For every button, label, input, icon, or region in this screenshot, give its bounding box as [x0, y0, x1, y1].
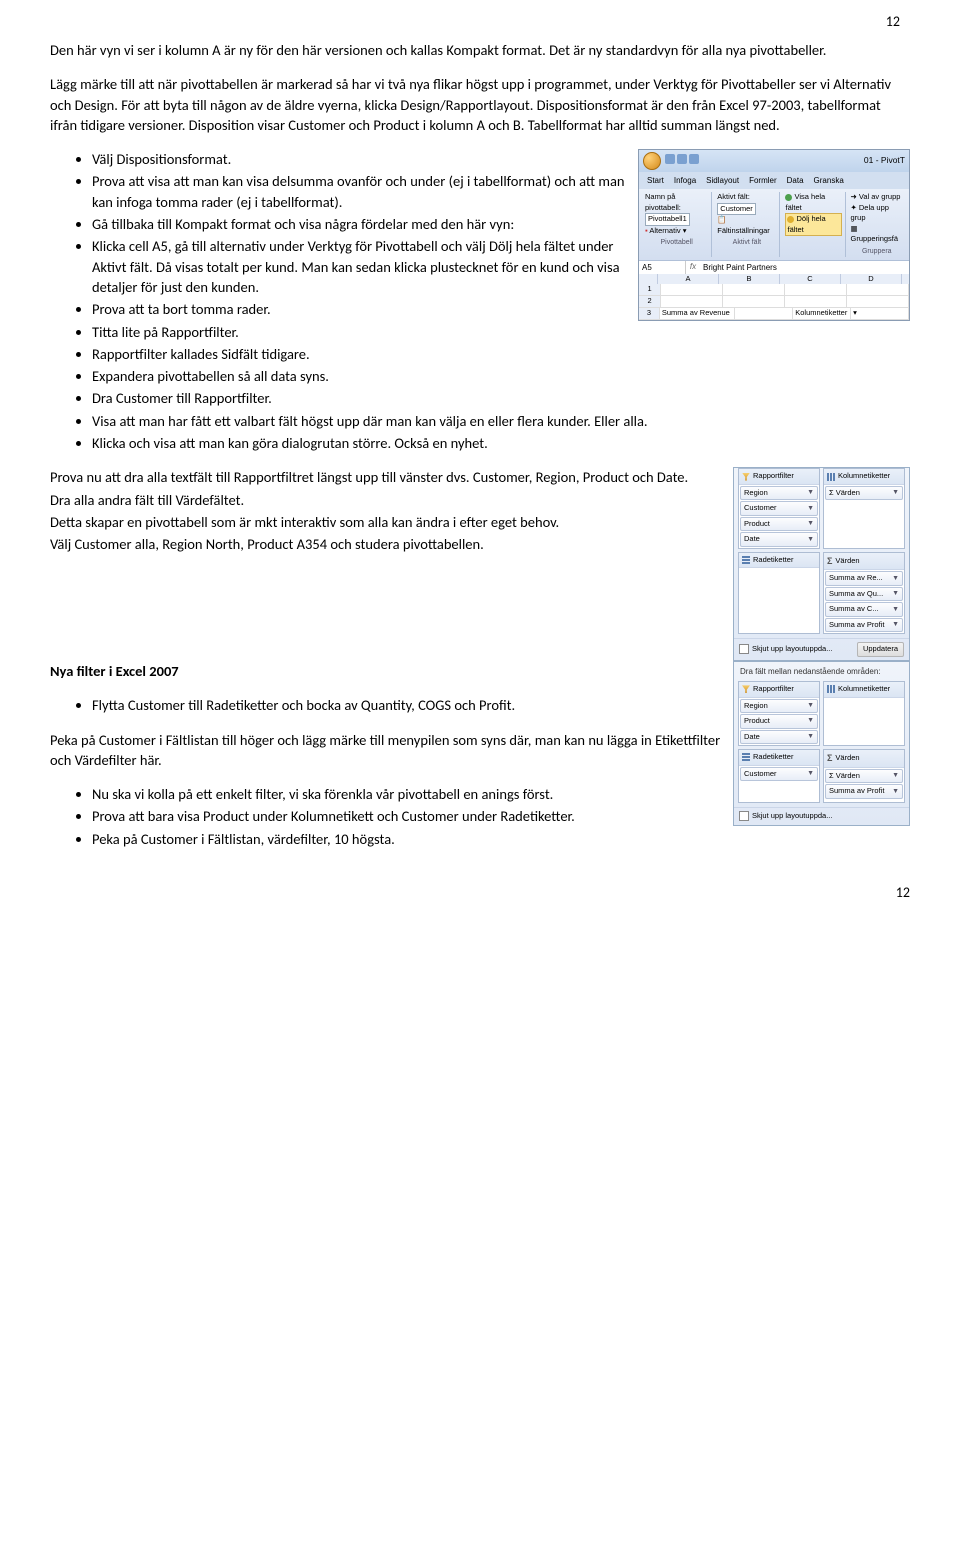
paragraph-intro-2: Lägg märke till att när pivottabellen är… — [50, 74, 910, 135]
opt-group-field: Grupperingsfä — [851, 234, 899, 243]
formula-bar: Bright Paint Partners — [700, 261, 909, 274]
label-pivot-name: Namn på pivottabell: — [645, 192, 708, 213]
bullet-item: Rapportfilter kallades Sidfält tidigare. — [92, 344, 910, 364]
value-active-field: Customer — [717, 203, 756, 216]
tab-infoga: Infoga — [672, 174, 698, 187]
pill-region: Region▼ — [740, 486, 818, 501]
tab-granska: Granska — [812, 174, 846, 187]
quick-access-toolbar — [665, 154, 701, 168]
header-radetiketter: Radetiketter — [753, 752, 793, 763]
paragraph-intro-1: Den här vyn vi ser i kolumn A är ny för … — [50, 40, 910, 60]
columns-icon — [827, 685, 835, 693]
office-orb-icon — [643, 152, 661, 170]
sigma-icon: Σ — [827, 752, 832, 765]
value-pivot-name: Pivottabell1 — [645, 213, 690, 226]
columns-icon — [827, 473, 835, 481]
name-box: A5 — [639, 261, 686, 274]
bullet-item: Expandera pivottabellen så all data syns… — [92, 366, 910, 386]
filter-icon — [742, 685, 750, 693]
header-rapportfilter: Rapportfilter — [753, 684, 794, 695]
opt-group-selection: Val av grupp — [859, 192, 901, 201]
expand-icon — [785, 194, 792, 201]
pill-sum-qu: Summa av Qu...▼ — [825, 587, 903, 602]
collapse-icon — [787, 216, 794, 223]
pill-sum-profit: Summa av Profit▼ — [825, 784, 903, 799]
rows-icon — [742, 753, 750, 761]
page-number-top: 12 — [886, 12, 900, 32]
header-kolumnetiketter: Kolumnetiketter — [838, 684, 890, 695]
btn-field-settings: Fältinställningar — [717, 226, 770, 235]
bullet-item: Titta lite på Rapportfilter. — [92, 322, 910, 342]
header-varden: Värden — [835, 753, 859, 764]
group-pivottabell: Pivottabell — [645, 236, 708, 248]
pivot-field-pane-1: Rapportfilter Region▼ Customer▼ Product▼… — [733, 467, 910, 661]
window-title: 01 - PivotT — [864, 155, 905, 167]
group-gruppera: Gruppera — [851, 245, 903, 257]
btn-alternativ: Alternativ — [649, 226, 680, 235]
tab-data: Data — [785, 174, 806, 187]
bullet-item: Visa att man har fått ett valbart fält h… — [92, 411, 910, 431]
pill-sigma-values: Σ Värden▼ — [825, 769, 903, 784]
ribbon-tabs: Start Infoga Sidlayout Formler Data Gran… — [639, 172, 909, 189]
label-defer-update: Skjut upp layoutuppda... — [752, 811, 832, 820]
pill-sum-re: Summa av Re...▼ — [825, 571, 903, 586]
page-number-bottom: 12 — [50, 883, 910, 903]
pill-customer: Customer▼ — [740, 767, 818, 782]
tab-formler: Formler — [747, 174, 779, 187]
pill-sum-c: Summa av C...▼ — [825, 602, 903, 617]
pill-product: Product▼ — [740, 714, 818, 729]
pane2-header: Dra fält mellan nedanstående områden: — [734, 662, 909, 681]
pill-product: Product▼ — [740, 517, 818, 532]
label-active-field: Aktivt fält: — [717, 192, 776, 203]
header-rapportfilter: Rapportfilter — [753, 471, 794, 482]
btn-uppdatera: Uppdatera — [857, 642, 904, 657]
tab-sidlayout: Sidlayout — [704, 174, 741, 187]
label-defer-update: Skjut upp layoutuppda... — [752, 644, 832, 653]
pill-sum-profit: Summa av Profit▼ — [825, 618, 903, 633]
pill-customer: Customer▼ — [740, 501, 818, 516]
bullet-item: Dra Customer till Rapportfilter. — [92, 388, 910, 408]
pill-region: Region▼ — [740, 699, 818, 714]
pill-date: Date▼ — [740, 730, 818, 745]
checkbox-defer — [739, 811, 749, 821]
filter-icon — [742, 473, 750, 481]
header-radetiketter: Radetiketter — [753, 555, 793, 566]
group-active-field: Aktivt fält — [717, 236, 776, 248]
sigma-icon: Σ — [827, 555, 832, 568]
checkbox-defer — [739, 644, 749, 654]
bullet-item: Klicka och visa att man kan göra dialogr… — [92, 433, 910, 453]
fx-icon: fx — [686, 261, 700, 274]
row-3: 3Summa av RevenueKolumnetiketter▾ — [639, 308, 909, 320]
column-headers: ABCD — [639, 274, 909, 285]
rows-icon — [742, 556, 750, 564]
header-kolumnetiketter: Kolumnetiketter — [838, 471, 890, 482]
header-varden: Värden — [835, 556, 859, 567]
pill-date: Date▼ — [740, 532, 818, 547]
pivot-field-pane-2: Dra fält mellan nedanstående områden: Ra… — [733, 661, 910, 826]
bullet-item: Peka på Customer i Fältlistan, värdefilt… — [92, 829, 910, 849]
pill-sigma-values: Σ Värden▼ — [825, 486, 903, 501]
excel-ribbon-screenshot: 01 - PivotT Start Infoga Sidlayout Forml… — [638, 149, 910, 321]
opt-ungroup: Dela upp grup — [851, 203, 889, 223]
tab-start: Start — [645, 174, 666, 187]
